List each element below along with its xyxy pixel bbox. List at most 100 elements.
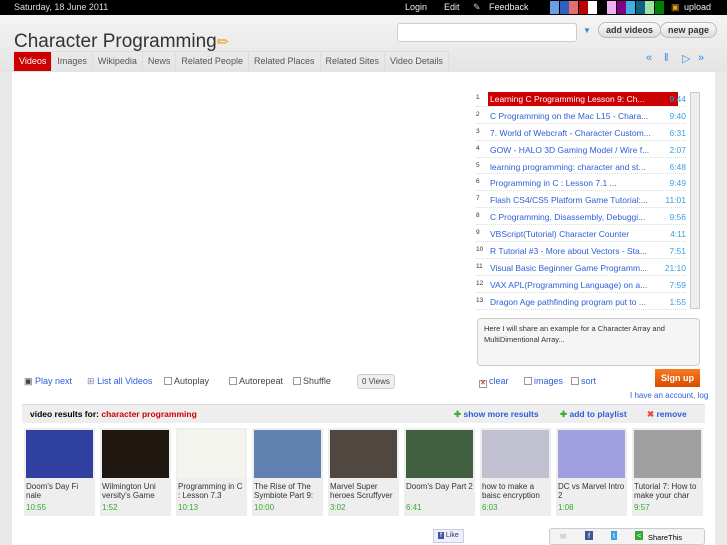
- theme-swatch[interactable]: [569, 1, 578, 14]
- tab-related-people[interactable]: Related People: [176, 52, 249, 71]
- video-thumbnail-card[interactable]: Wilmington Uni versity's Game 1:52: [100, 428, 171, 516]
- grid-icon: [524, 377, 532, 385]
- playlist-scrollbar[interactable]: [690, 92, 700, 309]
- theme-swatch[interactable]: [607, 1, 616, 14]
- autoplay-checkbox[interactable]: Autoplay: [164, 376, 209, 386]
- video-thumbnail-card[interactable]: Programming in C : Lesson 7.3 10:13: [176, 428, 247, 516]
- playlist-item[interactable]: 3 7. World of Webcraft - Character Custom…: [476, 124, 686, 141]
- playlist-item[interactable]: 1 Learning C Programming Lesson 9: Ch... 9…: [476, 90, 686, 107]
- video-thumbnail-card[interactable]: Tutorial 7: How to make your char 9:57: [632, 428, 703, 516]
- playlist-item[interactable]: 13 Dragon Age pathfinding program put to …: [476, 293, 686, 310]
- thumbnail-image[interactable]: [482, 430, 549, 478]
- play-next-button[interactable]: ▣ Play next: [24, 376, 72, 387]
- video-duration: 3:02: [330, 503, 346, 512]
- tab-videos[interactable]: Videos: [14, 52, 53, 71]
- theme-swatch[interactable]: [550, 1, 559, 14]
- add-to-playlist-button[interactable]: ✚ add to playlist: [560, 409, 627, 420]
- video-thumbnail-card[interactable]: Doom's Day Part 2 6:41: [404, 428, 475, 516]
- item-duration: 9:56: [669, 212, 686, 223]
- playlist-item[interactable]: 10 R Tutorial #3 - More about Vectors - S…: [476, 242, 686, 259]
- login-account-link[interactable]: I have an account, log: [630, 391, 708, 400]
- thumbnail-image[interactable]: [558, 430, 625, 478]
- playlist-item[interactable]: 2 C Programming on the Mac L15 - Chara...…: [476, 107, 686, 124]
- theme-swatch[interactable]: [654, 1, 664, 14]
- thumbnail-image[interactable]: [330, 430, 397, 478]
- thumbnail-image[interactable]: [634, 430, 701, 478]
- theme-swatch[interactable]: [616, 1, 626, 14]
- theme-swatch[interactable]: [588, 1, 597, 14]
- playlist-item[interactable]: 4 GOW - HALO 3D Gaming Model / Wire f... 2…: [476, 141, 686, 158]
- thumbnail-image[interactable]: [254, 430, 321, 478]
- edit-link[interactable]: Edit: [444, 2, 460, 12]
- playlist-item[interactable]: 5 learning programming: character and st.…: [476, 158, 686, 175]
- dropdown-icon[interactable]: ▼: [583, 26, 591, 35]
- remove-button[interactable]: ✖ remove: [647, 409, 687, 420]
- theme-swatch[interactable]: [635, 1, 645, 14]
- pencil-icon[interactable]: ✏: [217, 33, 230, 51]
- sign-up-button[interactable]: Sign up: [655, 369, 700, 387]
- show-more-results-button[interactable]: ✚ show more results: [454, 409, 539, 420]
- tab-related-places[interactable]: Related Places: [249, 52, 321, 71]
- thumbnail-image[interactable]: [102, 430, 169, 478]
- facebook-share-icon[interactable]: f: [585, 531, 594, 540]
- playlist-item[interactable]: 12 VAX APL(Programming Language) on a... 7…: [476, 276, 686, 293]
- fast-forward-icon[interactable]: »: [698, 52, 704, 64]
- sharethis-icon[interactable]: <: [635, 531, 644, 540]
- video-title: Marvel Super heroes Scruffyver: [330, 482, 393, 500]
- theme-swatch[interactable]: [597, 1, 607, 14]
- item-number: 10: [476, 246, 484, 254]
- theme-swatch[interactable]: [626, 1, 635, 14]
- feedback-link[interactable]: Feedback: [489, 2, 529, 12]
- share-bar: ✉ f t < ShareThis: [549, 528, 705, 545]
- page-title-text: Character Programming: [14, 31, 217, 52]
- tab-bar: Videos Images Wikipedia News Related People R…: [14, 51, 449, 71]
- play-next-label: Play next: [35, 376, 73, 386]
- twitter-icon[interactable]: t: [611, 531, 618, 540]
- shuffle-checkbox[interactable]: Shuffle: [293, 376, 331, 386]
- list-all-videos-button[interactable]: ⊞ List all Videos: [87, 376, 152, 387]
- login-link[interactable]: Login: [405, 2, 427, 12]
- video-duration: 1:08: [558, 503, 574, 512]
- theme-swatch[interactable]: [559, 1, 569, 14]
- thumbnail-image[interactable]: [178, 430, 245, 478]
- item-duration: 11:01: [665, 195, 686, 206]
- upload-link[interactable]: upload: [684, 2, 711, 12]
- tab-images[interactable]: Images: [52, 52, 93, 71]
- thumbnail-image[interactable]: [406, 430, 473, 478]
- results-label: video results for:: [30, 409, 99, 419]
- playlist-item[interactable]: 7 Flash CS4/CS5 Platform Game Tutorial:..…: [476, 191, 686, 209]
- tab-related-sites[interactable]: Related Sites: [321, 52, 386, 71]
- images-button[interactable]: images: [524, 376, 563, 386]
- email-icon[interactable]: ✉: [560, 532, 566, 541]
- playlist-item[interactable]: 11 Visual Basic Beginner Game Programm...…: [476, 259, 686, 276]
- add-videos-button[interactable]: add videos: [598, 22, 662, 38]
- playlist-item[interactable]: 8 C Programming, Disassembly, Debuggi... 9…: [476, 208, 686, 226]
- theme-swatch[interactable]: [645, 1, 654, 14]
- playlist-item[interactable]: 6 Programming in C : Lesson 7.1 ... 9:49: [476, 174, 686, 192]
- video-thumbnail-card[interactable]: DC vs Marvel Intro 2 1:08: [556, 428, 627, 516]
- new-page-button[interactable]: new page: [660, 22, 718, 38]
- sharethis-label[interactable]: ShareThis: [648, 533, 682, 542]
- video-thumbnail-card[interactable]: how to make a baisc encryption 6:03: [480, 428, 551, 516]
- tab-wikipedia[interactable]: Wikipedia: [93, 52, 143, 71]
- clear-button[interactable]: ✕ clear: [479, 376, 509, 388]
- theme-swatch[interactable]: [578, 1, 588, 14]
- video-thumbnail-card[interactable]: Marvel Super heroes Scruffyver 3:02: [328, 428, 399, 516]
- facebook-like-button[interactable]: f Like: [433, 529, 464, 543]
- shuffle-label: Shuffle: [303, 376, 331, 386]
- playlist-item[interactable]: 9 VBScript(Tutorial) Character Counter 4:1…: [476, 225, 686, 243]
- item-number: 12: [476, 279, 484, 287]
- rewind-icon[interactable]: «: [646, 52, 652, 64]
- item-duration: 2:07: [669, 144, 686, 155]
- thumbnail-image[interactable]: [26, 430, 93, 478]
- video-thumbnail-card[interactable]: The Rise of The Symbiote Part 9: 10:00: [252, 428, 323, 516]
- play-icon[interactable]: ▷: [682, 52, 690, 65]
- tab-news[interactable]: News: [143, 52, 177, 71]
- search-input[interactable]: [397, 23, 577, 42]
- pause-icon[interactable]: ‖: [664, 52, 669, 64]
- video-thumbnail-card[interactable]: Doom's Day Fi nale 10:55: [24, 428, 95, 516]
- tab-video-details[interactable]: Video Details: [385, 52, 449, 71]
- sort-button[interactable]: sort: [571, 376, 596, 386]
- autorepeat-checkbox[interactable]: Autorepeat: [229, 376, 283, 386]
- video-description: Here I will share an example for a Chara…: [477, 318, 700, 366]
